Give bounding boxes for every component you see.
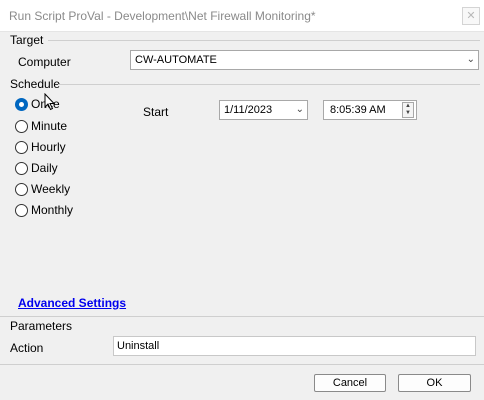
start-time-value: 8:05:39 AM	[330, 104, 386, 116]
radio-daily-indicator	[15, 161, 28, 175]
radio-weekly[interactable]: Weekly	[15, 181, 70, 197]
radio-minute-indicator	[15, 119, 28, 133]
start-time-picker[interactable]: 8:05:39 AM ▲ ▼	[323, 100, 417, 120]
schedule-heading: Schedule	[10, 77, 61, 91]
start-label: Start	[143, 105, 169, 119]
radio-minute[interactable]: Minute	[15, 118, 67, 134]
chevron-down-icon: ⌄	[466, 54, 475, 65]
radio-monthly-label: Monthly	[31, 203, 74, 217]
calendar-dropdown-icon: ⌄	[295, 104, 304, 115]
action-field[interactable]: Uninstall	[113, 336, 476, 356]
parameters-divider	[0, 316, 484, 317]
radio-hourly[interactable]: Hourly	[15, 139, 66, 155]
target-heading: Target	[10, 33, 44, 47]
spin-up-icon[interactable]: ▲	[403, 103, 413, 110]
ok-button[interactable]: OK	[398, 374, 471, 392]
computer-label: Computer	[18, 55, 71, 69]
start-date-picker[interactable]: 1/11/2023 ⌄	[219, 100, 308, 120]
title-bar: Run Script ProVal - Development\Net Fire…	[0, 0, 484, 32]
radio-hourly-indicator	[15, 140, 28, 154]
action-label: Action	[10, 341, 44, 355]
window-title: Run Script ProVal - Development\Net Fire…	[9, 9, 316, 23]
radio-minute-label: Minute	[31, 119, 68, 133]
close-button[interactable]: ✕	[462, 7, 480, 25]
spin-down-icon[interactable]: ▼	[403, 110, 413, 117]
radio-daily-label: Daily	[31, 161, 58, 175]
time-spinner[interactable]: ▲ ▼	[402, 102, 414, 118]
target-divider	[48, 40, 480, 41]
radio-weekly-label: Weekly	[31, 182, 71, 196]
radio-monthly[interactable]: Monthly	[15, 202, 73, 218]
advanced-settings-link[interactable]: Advanced Settings	[18, 296, 126, 310]
radio-daily[interactable]: Daily	[15, 160, 58, 176]
computer-select-value: CW-AUTOMATE	[135, 54, 217, 66]
radio-once-indicator	[15, 97, 28, 111]
cancel-button[interactable]: Cancel	[314, 374, 386, 392]
footer-divider	[0, 364, 484, 365]
radio-monthly-indicator	[15, 203, 28, 217]
parameters-heading: Parameters	[10, 319, 73, 333]
schedule-divider	[58, 84, 480, 85]
computer-select[interactable]: CW-AUTOMATE ⌄	[130, 50, 479, 70]
radio-weekly-indicator	[15, 182, 28, 196]
mouse-cursor-icon	[44, 93, 56, 111]
radio-hourly-label: Hourly	[31, 140, 66, 154]
start-date-value: 1/11/2023	[224, 104, 273, 116]
